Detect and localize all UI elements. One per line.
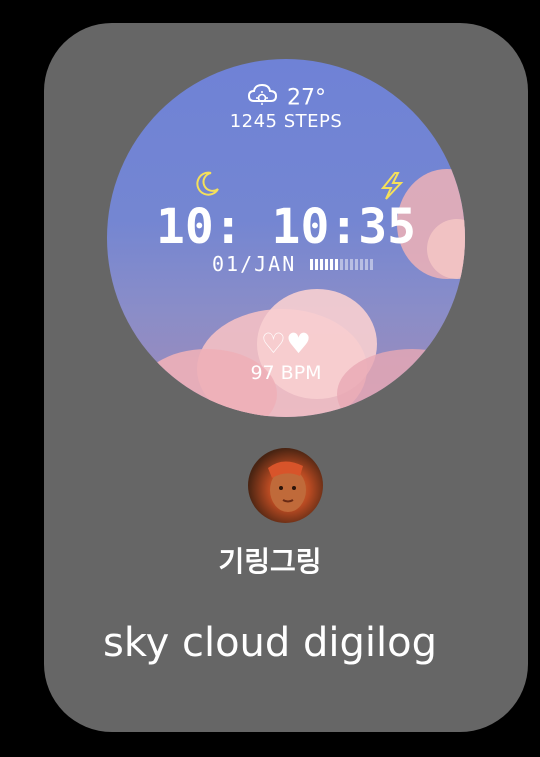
author-avatar[interactable] — [248, 448, 323, 523]
author-name: 기링그링 — [218, 545, 322, 578]
level-bar — [340, 258, 344, 270]
level-bar — [315, 258, 319, 270]
level-bar — [350, 258, 354, 270]
battery-level-bars — [310, 258, 374, 270]
level-bar — [370, 258, 374, 270]
date-label: 01/JAN — [212, 252, 297, 276]
level-bar — [355, 258, 359, 270]
level-bar — [365, 258, 369, 270]
level-bar — [310, 258, 314, 270]
watchface-title: sky cloud digilog — [103, 620, 437, 666]
level-bar — [320, 258, 324, 270]
heart-rate-value: 97 BPM — [250, 362, 322, 384]
watchface-preview[interactable]: 27° 1245 STEPS 10: 10:35 01/JAN ♡♥ 97 BP… — [107, 59, 465, 417]
level-bar — [345, 258, 349, 270]
level-bar — [360, 258, 364, 270]
level-bar — [335, 258, 339, 270]
digital-time: 10: 10:35 — [155, 199, 417, 255]
heart-rate-icons: ♡♥ — [260, 327, 312, 360]
moon-icon — [193, 169, 221, 201]
level-bar — [330, 258, 334, 270]
steps-count: 1245 STEPS — [229, 111, 343, 132]
level-bar — [325, 258, 329, 270]
temperature-value: 27° — [287, 85, 326, 111]
